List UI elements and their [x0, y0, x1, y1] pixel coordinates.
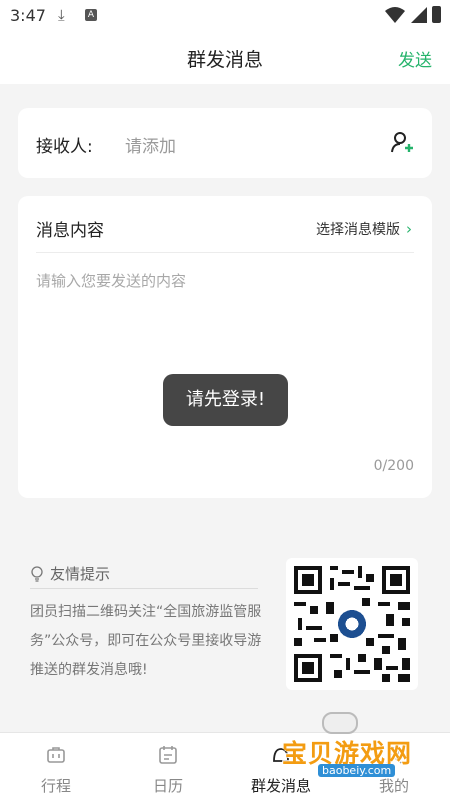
tab-profile[interactable]: 我的	[338, 733, 450, 801]
recipient-label: 接收人:	[36, 137, 93, 157]
tab-itinerary[interactable]: 行程	[0, 733, 112, 801]
message-card: 消息内容 选择消息模版 › 请输入您要发送的内容 0/200	[18, 196, 432, 498]
tips-text: 团员扫描二维码关注“全国旅游监管服务”公众号，即可在公众号里接收导游推送的群发消…	[30, 604, 262, 678]
status-bar: 3:47 ⤓ A	[0, 0, 450, 32]
character-counter: 0/200	[373, 458, 414, 474]
app-notification-icon: A	[85, 9, 97, 21]
tab-label: 群发消息	[250, 777, 311, 795]
profile-icon	[386, 747, 402, 764]
tab-label: 我的	[378, 777, 409, 795]
send-button[interactable]: 发送	[398, 46, 432, 71]
bottom-tab-bar: 行程 日历 群发消息 我的	[0, 732, 450, 801]
divider	[36, 252, 414, 253]
qr-code	[286, 558, 418, 690]
add-user-icon[interactable]	[390, 130, 414, 154]
tab-group-message[interactable]: 群发消息	[225, 733, 337, 801]
signal-icon	[411, 7, 427, 23]
tips-heading: 友情提示	[30, 563, 110, 584]
tab-label: 日历	[152, 777, 183, 795]
tab-calendar[interactable]: 日历	[112, 733, 224, 801]
select-template-label: 选择消息模版	[316, 222, 400, 238]
wifi-icon	[385, 7, 405, 23]
message-icon	[273, 748, 289, 762]
recipient-card[interactable]: 接收人: 请添加	[18, 108, 432, 178]
top-navigation: 群发消息 发送	[0, 32, 450, 84]
download-icon: ⤓	[58, 6, 65, 24]
battery-icon	[432, 6, 441, 23]
tips-divider	[30, 588, 258, 589]
recipient-input[interactable]: 请添加	[125, 132, 176, 157]
status-time: 3:47	[10, 6, 46, 25]
tips-title: 友情提示	[50, 565, 111, 583]
page-title: 群发消息	[186, 49, 263, 71]
gamepad-icon	[322, 712, 358, 734]
tab-label: 行程	[40, 777, 71, 795]
message-label: 消息内容	[36, 221, 104, 241]
calendar-icon	[159, 746, 177, 764]
suitcase-icon	[47, 747, 65, 763]
toast-message: 请先登录!	[163, 374, 288, 426]
chevron-right-icon: ›	[406, 220, 412, 238]
select-template-link[interactable]: 选择消息模版 ›	[316, 219, 412, 239]
lightbulb-icon	[31, 566, 43, 582]
